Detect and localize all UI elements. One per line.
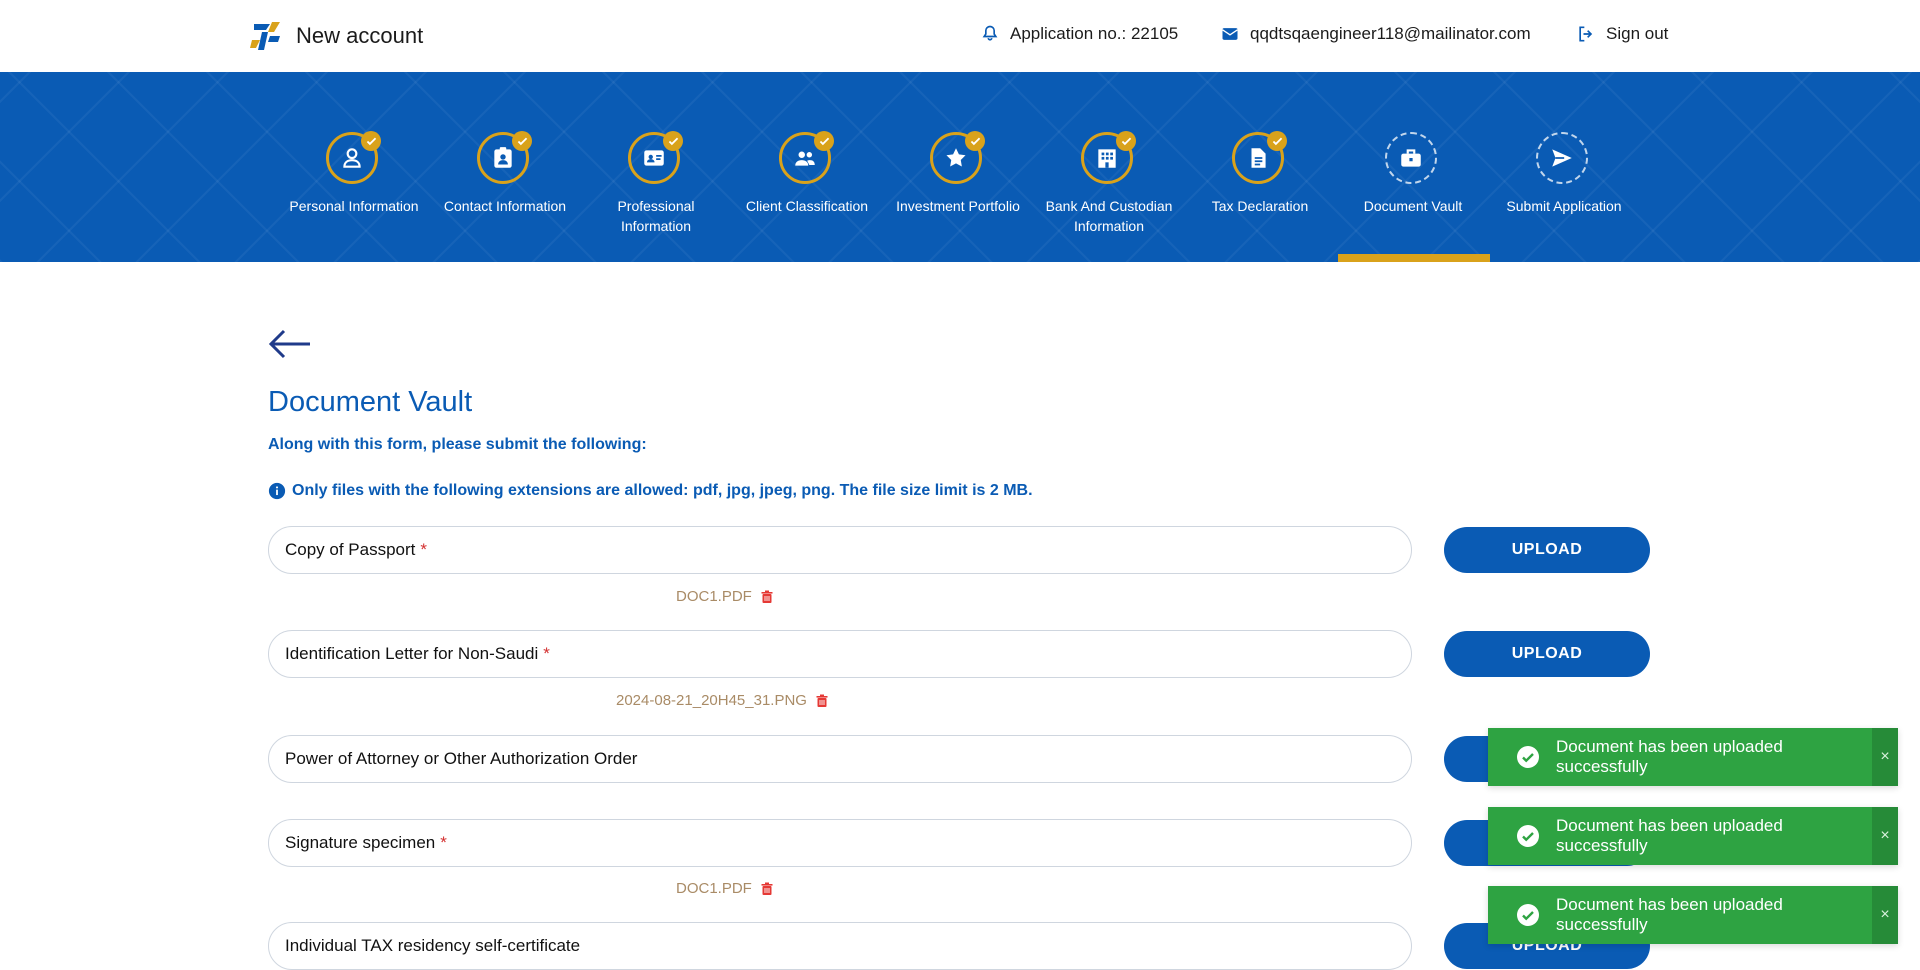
step-label: Personal Information bbox=[289, 198, 419, 214]
document-field-tax-residency-certificate[interactable]: Individual TAX residency self-certificat… bbox=[268, 922, 1412, 970]
active-step-indicator bbox=[1338, 254, 1490, 262]
back-arrow-icon[interactable] bbox=[268, 328, 312, 360]
info-icon bbox=[268, 482, 286, 500]
user-email-text: qqdtsqaengineer118@mailinator.com bbox=[1250, 24, 1531, 43]
step-submit-application[interactable]: Submit Application bbox=[1489, 72, 1639, 262]
top-bar: New account Application no.: 22105 qqdts… bbox=[0, 0, 1920, 72]
bell-icon bbox=[982, 25, 998, 41]
document-icon bbox=[1251, 148, 1266, 168]
check-icon bbox=[814, 131, 834, 151]
sign-out-icon bbox=[1579, 26, 1593, 42]
document-field-copy-of-passport[interactable]: Copy of Passport * bbox=[268, 526, 1412, 574]
step-label: Document Vault bbox=[1363, 198, 1463, 214]
step-investment-portfolio[interactable]: Investment Portfolio bbox=[883, 72, 1033, 262]
uploaded-file: DOC1.PDF bbox=[676, 880, 774, 897]
check-circle-icon bbox=[1517, 746, 1539, 768]
success-toast: Document has been uploaded successfully … bbox=[1488, 807, 1898, 865]
trash-icon[interactable] bbox=[815, 694, 829, 708]
check-icon bbox=[512, 131, 532, 151]
step-label: Bank And Custodian Information bbox=[1045, 198, 1173, 234]
application-number: Application no.: 22105 bbox=[980, 24, 1178, 44]
check-icon bbox=[361, 131, 381, 151]
document-field-identification-letter[interactable]: Identification Letter for Non-Saudi * bbox=[268, 630, 1412, 678]
step-label: Professional Information bbox=[617, 198, 695, 234]
uploaded-file: DOC1.PDF bbox=[676, 588, 774, 605]
application-number-text: Application no.: 22105 bbox=[1010, 24, 1179, 43]
toast-message: Document has been uploaded successfully bbox=[1556, 737, 1783, 776]
file-requirements-text: Only files with the following extensions… bbox=[292, 482, 1033, 499]
step-contact-information[interactable]: Contact Information bbox=[430, 72, 580, 262]
users-icon bbox=[795, 151, 815, 166]
document-label: Signature specimen bbox=[285, 833, 436, 852]
step-label: Client Classification bbox=[745, 198, 869, 214]
check-icon bbox=[1267, 131, 1287, 151]
briefcase-icon bbox=[1401, 149, 1421, 167]
upload-button-copy-of-passport[interactable]: UPLOAD bbox=[1444, 527, 1650, 573]
check-icon bbox=[965, 131, 985, 151]
brand: New account bbox=[248, 18, 423, 54]
step-client-classification[interactable]: Client Classification bbox=[732, 72, 882, 262]
required-marker: * bbox=[440, 833, 447, 852]
upload-button-identification-letter[interactable]: UPLOAD bbox=[1444, 631, 1650, 677]
step-label: Investment Portfolio bbox=[896, 198, 1020, 214]
document-label: Individual TAX residency self-certificat… bbox=[285, 936, 581, 955]
required-marker: * bbox=[420, 540, 428, 559]
document-field-signature-specimen[interactable]: Signature specimen * bbox=[268, 819, 1412, 867]
document-label: Identification Letter for Non-Saudi bbox=[285, 644, 539, 663]
contact-card-icon bbox=[494, 147, 512, 168]
toast-close-button[interactable]: × bbox=[1872, 728, 1898, 786]
file-requirements-note: Only files with the following extensions… bbox=[268, 482, 1033, 500]
star-icon bbox=[946, 148, 966, 167]
success-toast: Document has been uploaded successfully … bbox=[1488, 886, 1898, 944]
document-label: Copy of Passport bbox=[285, 540, 416, 559]
user-icon bbox=[343, 148, 361, 168]
sign-out-label: Sign out bbox=[1606, 24, 1669, 43]
step-professional-information[interactable]: Professional Information bbox=[581, 72, 731, 262]
toast-close-button[interactable]: × bbox=[1872, 807, 1898, 865]
step-bank-and-custodian-information[interactable]: Bank And Custodian Information bbox=[1034, 72, 1184, 262]
send-icon bbox=[1552, 149, 1572, 167]
trash-icon[interactable] bbox=[760, 882, 774, 896]
user-email: qqdtsqaengineer118@mailinator.com bbox=[1220, 24, 1531, 44]
step-document-vault[interactable]: Document Vault bbox=[1338, 72, 1488, 262]
id-card-icon bbox=[644, 150, 664, 166]
document-field-power-of-attorney[interactable]: Power of Attorney or Other Authorization… bbox=[268, 735, 1412, 783]
success-toast: Document has been uploaded successfully … bbox=[1488, 728, 1898, 786]
uploaded-file-name: DOC1.PDF bbox=[676, 588, 752, 605]
check-icon bbox=[1116, 131, 1136, 151]
sign-out-button[interactable]: Sign out bbox=[1576, 24, 1668, 44]
toast-message: Document has been uploaded successfully bbox=[1556, 816, 1783, 855]
uploaded-file: 2024-08-21_20H45_31.PNG bbox=[616, 692, 829, 709]
page-title: Document Vault bbox=[268, 386, 473, 418]
document-label: Power of Attorney or Other Authorization… bbox=[285, 749, 638, 768]
required-marker: * bbox=[543, 644, 550, 663]
uploaded-file-name: DOC1.PDF bbox=[676, 880, 752, 897]
step-label: Contact Information bbox=[443, 198, 567, 214]
check-circle-icon bbox=[1517, 825, 1539, 847]
step-label: Tax Declaration bbox=[1211, 198, 1309, 214]
app-logo-icon bbox=[250, 22, 280, 50]
progress-stepper: Personal Information Contact Information… bbox=[0, 72, 1920, 262]
mail-icon bbox=[1222, 28, 1238, 40]
check-circle-icon bbox=[1517, 904, 1539, 926]
step-tax-declaration[interactable]: Tax Declaration bbox=[1185, 72, 1335, 262]
toast-close-button[interactable]: × bbox=[1872, 886, 1898, 944]
building-icon bbox=[1098, 149, 1116, 168]
step-label: Submit Application bbox=[1506, 198, 1622, 214]
step-personal-information[interactable]: Personal Information bbox=[279, 72, 429, 262]
trash-icon[interactable] bbox=[760, 590, 774, 604]
check-icon bbox=[663, 131, 683, 151]
page-subtitle: Along with this form, please submit the … bbox=[268, 436, 647, 453]
uploaded-file-name: 2024-08-21_20H45_31.PNG bbox=[616, 692, 807, 709]
app-title: New account bbox=[296, 23, 424, 48]
toast-message: Document has been uploaded successfully bbox=[1556, 895, 1783, 934]
